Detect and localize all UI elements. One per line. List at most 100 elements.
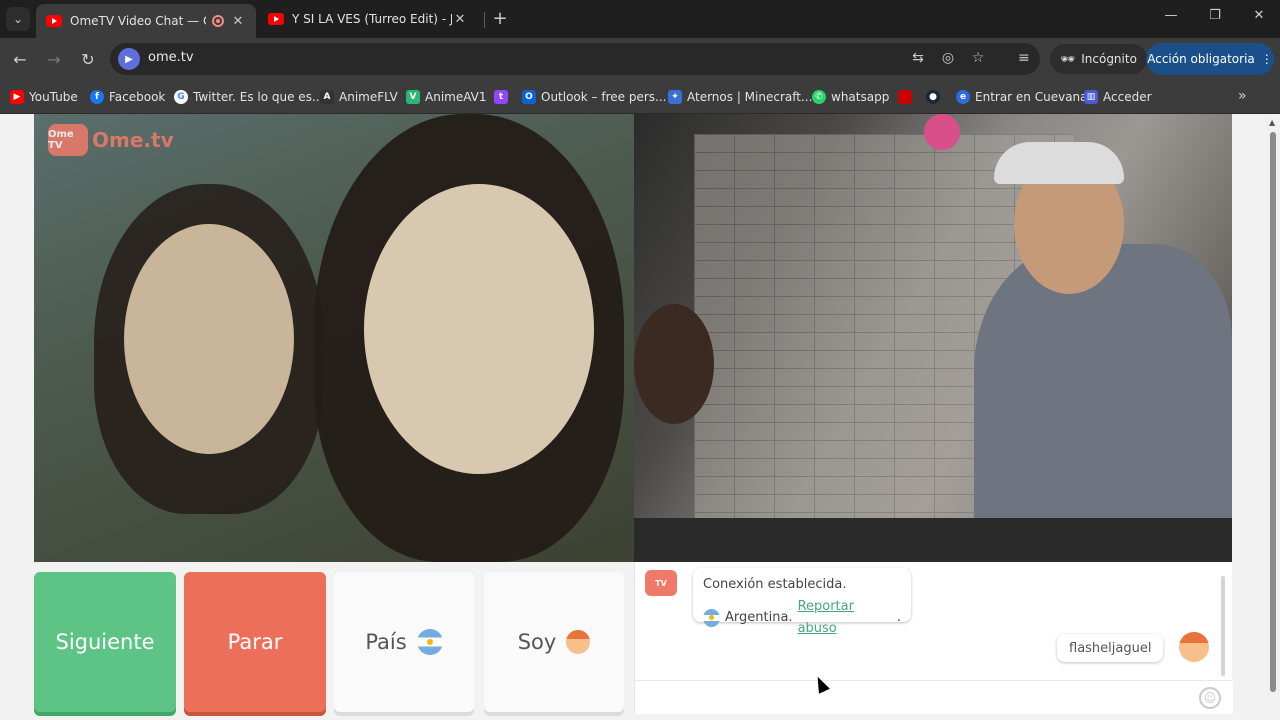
new-tab-button[interactable]: +	[490, 8, 510, 29]
bookmark-animeav1[interactable]: V AnimeAV1	[406, 87, 487, 107]
more-vert-icon: ⋮	[1260, 52, 1273, 66]
bookmark-star-icon[interactable]: ☆	[968, 50, 988, 66]
google-icon: G	[174, 90, 188, 104]
acceder-icon: ▥	[1084, 90, 1098, 104]
boy-icon	[566, 630, 591, 654]
incognito-icon: 🕶	[1060, 52, 1076, 66]
person-face	[364, 184, 594, 474]
ometv-page: Ome TV Ome.tv Siguiente Parar País Soy T…	[0, 114, 1266, 720]
cuevana-icon: e	[956, 90, 970, 104]
bookmark-label: Twitter. Es lo que es...	[193, 90, 324, 104]
bookmark-label: AnimeFLV	[339, 90, 398, 104]
tab-youtube[interactable]: Y SI LA VES (Turreo Edit) - Jona ✕	[258, 4, 478, 34]
boy-icon	[1179, 632, 1209, 662]
chat-panel: TV Conexión establecida. Argentina. Repo…	[634, 562, 1233, 714]
outlook-icon: O	[522, 90, 536, 104]
tab-title: Y SI LA VES (Turreo Edit) - Jona	[292, 12, 452, 26]
bookmark-whatsapp[interactable]: ✆ whatsapp	[812, 87, 889, 107]
animeflv-icon: A	[320, 90, 334, 104]
tracking-eye-icon[interactable]: ◎	[938, 50, 958, 66]
bookmark-label: Acceder	[1103, 90, 1152, 104]
system-message-text: Conexión establecida.	[703, 577, 847, 592]
bookmark-label: AnimeAV1	[425, 90, 487, 104]
bookmark-label: Aternos | Minecraft...	[687, 90, 813, 104]
argentina-flag-icon	[416, 629, 443, 655]
bookmark-label: whatsapp	[831, 90, 890, 104]
ometv-logo: Ome TV Ome.tv	[48, 124, 174, 156]
bookmark-facebook[interactable]: f Facebook	[90, 87, 165, 107]
scroll-up-icon[interactable]: ▲	[1269, 118, 1275, 127]
chat-scrollbar[interactable]	[1221, 576, 1225, 676]
remote-video	[634, 114, 1232, 562]
bookmark-label: Facebook	[109, 90, 166, 104]
person-background	[634, 304, 714, 424]
bookmark-red[interactable]	[898, 87, 912, 107]
my-avatar	[1179, 632, 1209, 666]
translate-icon[interactable]: ⇆	[908, 50, 928, 66]
my-message: flasheljaguel	[1057, 634, 1164, 662]
red-bookmark-icon	[898, 90, 912, 104]
close-window-button[interactable]: ✕	[1244, 8, 1274, 23]
bookmark-twitter[interactable]: G Twitter. Es lo que es...	[174, 87, 323, 107]
url-text: ome.tv	[148, 50, 194, 65]
more-bookmarks-icon[interactable]: »	[1238, 88, 1247, 104]
tab-separator	[484, 12, 485, 28]
forward-button[interactable]: →	[44, 50, 64, 69]
minimize-button[interactable]: —	[1156, 8, 1186, 23]
site-info-icon[interactable]: ▶	[118, 48, 140, 70]
close-tab-icon[interactable]: ✕	[452, 12, 468, 27]
address-bar[interactable]: ▶ ome.tv ⇆ ◎ ☆	[110, 43, 1040, 75]
incognito-indicator[interactable]: 🕶 Incógnito	[1050, 44, 1147, 74]
restore-button[interactable]: ❐	[1200, 8, 1230, 23]
argentina-flag-icon	[703, 609, 721, 627]
bookmark-outlook[interactable]: O Outlook – free pers...	[522, 87, 666, 107]
report-suffix: .	[896, 610, 901, 625]
youtube-favicon-icon	[268, 13, 284, 25]
bookmark-label: Outlook – free pers...	[541, 90, 667, 104]
bookmark-twitch[interactable]: t	[494, 87, 508, 107]
youtube-icon: ▶	[10, 90, 24, 104]
ometv-logo-text: Ome.tv	[92, 128, 174, 152]
close-tab-icon[interactable]: ✕	[230, 14, 246, 29]
bookmark-label: YouTube	[29, 90, 78, 104]
animeav1-icon: V	[406, 90, 420, 104]
scroll-thumb[interactable]	[1270, 132, 1276, 692]
chevron-down-icon: ⌄	[12, 12, 24, 26]
ometv-chat-icon: TV	[645, 570, 677, 596]
bookmark-label: Entrar en Cuevana	[975, 90, 1088, 104]
reload-button[interactable]: ↻	[78, 50, 98, 69]
page-scrollbar[interactable]: ▲	[1266, 114, 1280, 720]
tab-search-button[interactable]: ⌄	[6, 7, 30, 31]
youtube-favicon-icon	[46, 15, 62, 27]
chat-input[interactable]: ☺	[635, 680, 1233, 714]
balloon	[924, 114, 960, 150]
next-button[interactable]: Siguiente	[34, 572, 176, 712]
stop-button[interactable]: Parar	[184, 572, 326, 712]
gender-button[interactable]: Soy	[484, 572, 624, 712]
bookmark-cuevana[interactable]: e Entrar en Cuevana	[956, 87, 1088, 107]
tab-strip: ⌄ OmeTV Video Chat — Ome ✕ Y SI LA VES (…	[0, 0, 1280, 38]
emoji-icon[interactable]: ☺	[1199, 687, 1221, 709]
incognito-label: Incógnito	[1081, 52, 1137, 66]
person-face	[124, 224, 294, 454]
country-button[interactable]: País	[334, 572, 474, 712]
recording-icon	[212, 15, 224, 27]
country-label: País	[365, 630, 407, 654]
aternos-icon: ✦	[668, 90, 682, 104]
bookmark-youtube[interactable]: ▶ YouTube	[10, 87, 78, 107]
ometv-tv-icon: Ome TV	[48, 124, 88, 156]
report-abuse-link[interactable]: Reportar abuso	[798, 596, 892, 640]
bookmark-aternos[interactable]: ✦ Aternos | Minecraft...	[668, 87, 812, 107]
twitch-icon: t	[494, 90, 508, 104]
bookmark-acceder[interactable]: ▥ Acceder	[1084, 87, 1152, 107]
bookmark-animeflv[interactable]: A AnimeFLV	[320, 87, 398, 107]
action-required-button[interactable]: Acción obligatoria ⋮	[1146, 43, 1274, 75]
back-button[interactable]: ←	[10, 50, 30, 69]
gender-label: Soy	[517, 630, 557, 654]
tab-ometv[interactable]: OmeTV Video Chat — Ome ✕	[36, 4, 256, 38]
system-message: Conexión establecida. Argentina. Reporta…	[693, 568, 911, 636]
media-controls-icon[interactable]: ≡	[1018, 50, 1030, 66]
my-message-text: flasheljaguel	[1069, 640, 1152, 656]
bookmark-steam[interactable]: ●	[926, 87, 940, 107]
whatsapp-icon: ✆	[812, 90, 826, 104]
